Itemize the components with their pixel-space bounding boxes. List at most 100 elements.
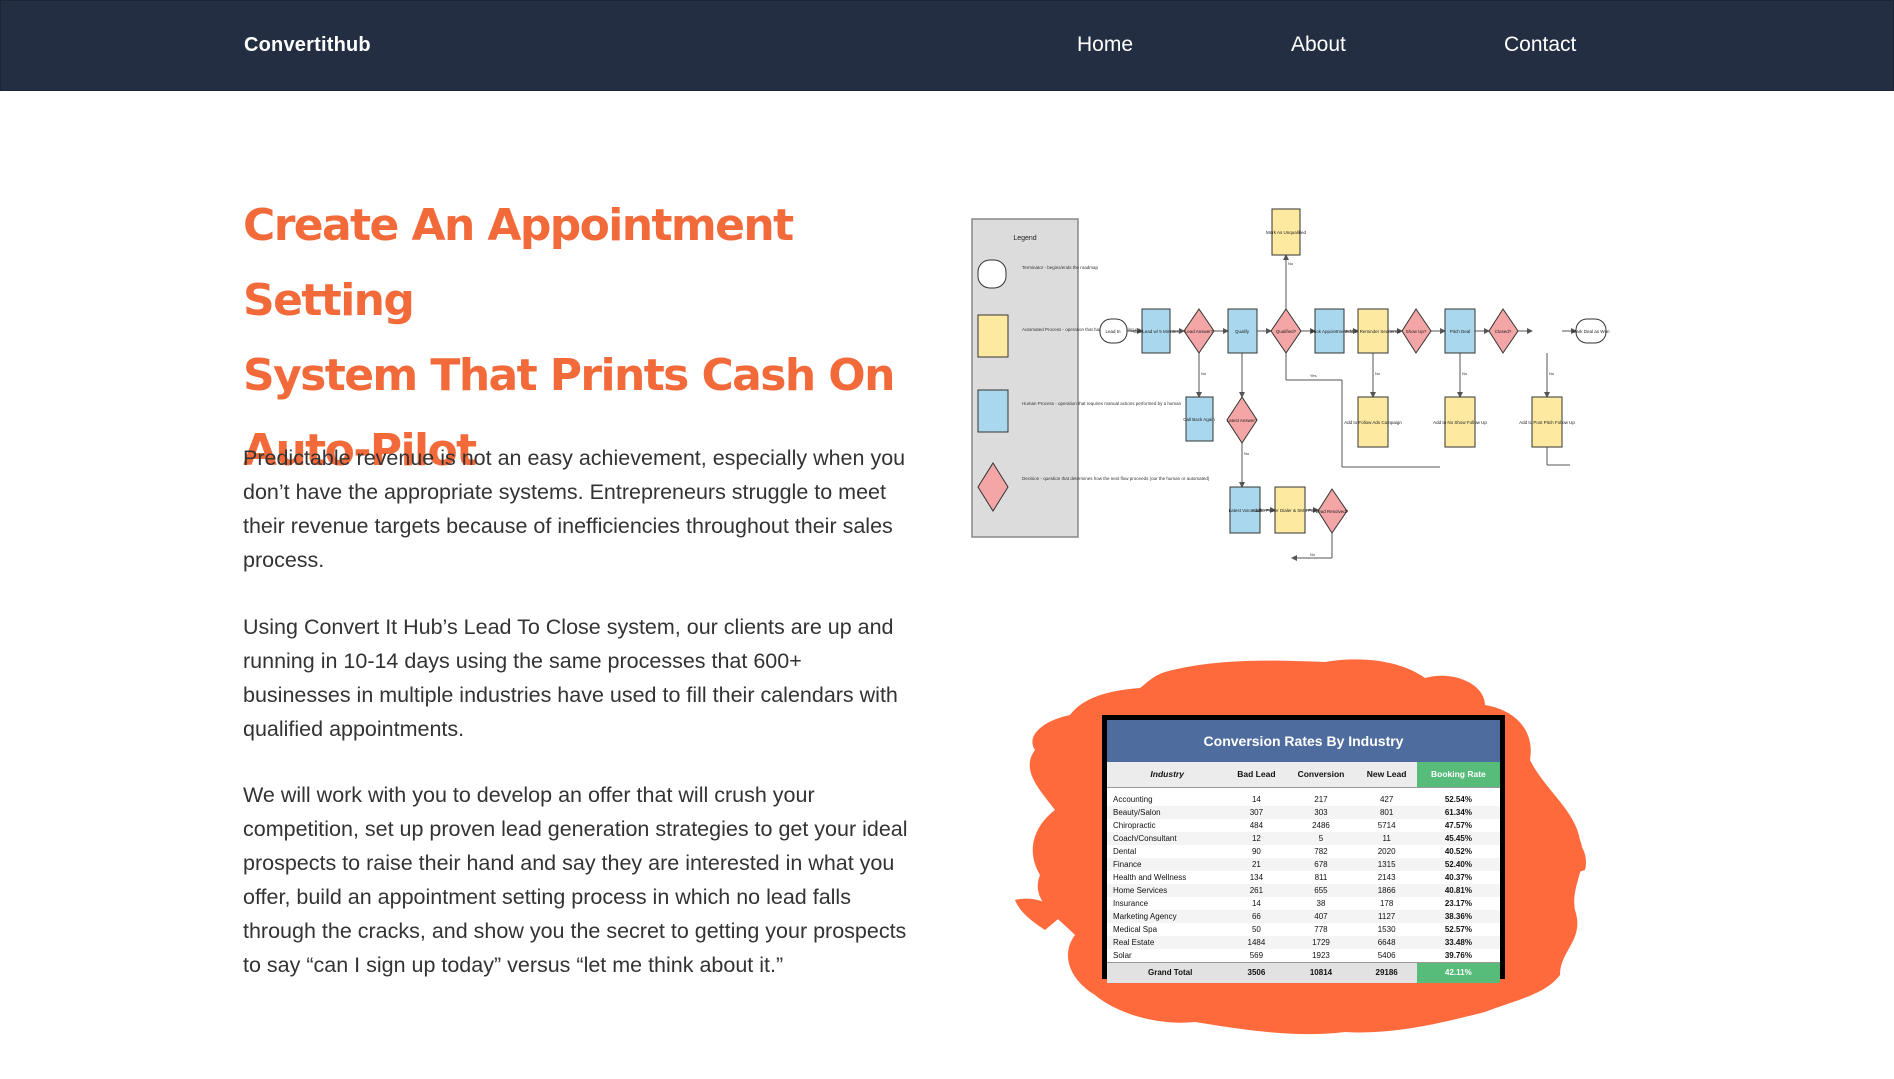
count-cell: 5714 xyxy=(1377,821,1396,830)
count-cell: 14 xyxy=(1251,899,1261,908)
table-total-row: Grand Total 3506 10814 29186 42.11% xyxy=(1107,962,1500,983)
edge-label: No xyxy=(1288,261,1294,266)
node-mark-unqualified: Mark As Unqualified xyxy=(1266,230,1307,235)
booking-rate-cell: 52.40% xyxy=(1416,858,1500,871)
table-row: Beauty/Salon 307 303 801 61.34% xyxy=(1107,806,1500,819)
table-row: Medical Spa 50 778 1530 52.57% xyxy=(1107,923,1500,936)
system-paragraph: Using Convert It Hub’s Lead To Close sys… xyxy=(243,615,898,741)
legend-title: Legend xyxy=(1013,235,1036,242)
table-row: Finance 21 678 1315 52.40% xyxy=(1107,858,1500,871)
count-cell: 66 xyxy=(1227,910,1286,923)
count-cell: 5 xyxy=(1285,832,1357,845)
nav-link-home[interactable]: Home xyxy=(1077,33,1133,57)
headline-line: Create An Appointment Setting xyxy=(243,200,794,326)
booking-rate-cell: 38.36% xyxy=(1416,910,1500,923)
node-call-lead: Call Lead w/ 5 Minutes xyxy=(1133,329,1179,334)
column-header: Conversion xyxy=(1285,762,1357,788)
node-book-appointment: Book Appointment xyxy=(1311,329,1348,334)
node-add-follow-up: Add to Follow Ads Campaign xyxy=(1344,420,1402,425)
industry-cell: Insurance xyxy=(1113,899,1149,908)
count-cell: 1315 xyxy=(1356,858,1417,871)
count-cell: 1866 xyxy=(1356,884,1417,897)
table-title: Conversion Rates By Industry xyxy=(1107,720,1500,762)
table-row: Solar 569 1923 5406 39.76% xyxy=(1107,949,1500,963)
legend-desc: Decision - question that determines how … xyxy=(1022,476,1210,481)
total-cell: 42.11% xyxy=(1416,962,1500,983)
node-lead-resolved: Lead Resolved? xyxy=(1316,509,1349,514)
column-header: Booking Rate xyxy=(1416,762,1500,788)
count-cell: 2020 xyxy=(1377,847,1396,856)
node-closed: Closed? xyxy=(1495,329,1512,334)
table-row: Insurance 14 38 178 23.17% xyxy=(1107,897,1500,910)
edge-label: No xyxy=(1462,371,1468,376)
nav-link-contact[interactable]: Contact xyxy=(1504,33,1576,57)
node-add-reminder: Add to Reminder Sequence xyxy=(1345,329,1401,334)
industry-cell: Solar xyxy=(1113,951,1132,960)
node-call-back: Call Back Again xyxy=(1183,417,1215,422)
node-qualified: Qualified? xyxy=(1276,329,1297,334)
conversion-rates-table-card: Conversion Rates By Industry Industry Ba… xyxy=(1102,715,1505,983)
count-cell: 427 xyxy=(1379,795,1394,804)
count-cell: 14 xyxy=(1251,795,1261,804)
count-cell: 11 xyxy=(1356,832,1417,845)
industry-cell: Health and Wellness xyxy=(1113,873,1187,882)
node-show-up: Show Up? xyxy=(1406,329,1427,334)
industry-cell: Dental xyxy=(1113,847,1137,856)
count-cell: 1484 xyxy=(1227,936,1286,949)
count-cell: 1127 xyxy=(1356,910,1417,923)
count-cell: 303 xyxy=(1285,806,1357,819)
brand-logo-link[interactable]: Convertithub xyxy=(244,34,371,57)
booking-rate-cell: 40.81% xyxy=(1416,884,1500,897)
industry-cell: Medical Spa xyxy=(1113,925,1158,934)
edge-label: No xyxy=(1201,371,1207,376)
table-row: Marketing Agency 66 407 1127 38.36% xyxy=(1107,910,1500,923)
count-cell: 38 xyxy=(1316,899,1326,908)
industry-cell: Accounting xyxy=(1113,795,1153,804)
count-cell: 407 xyxy=(1285,910,1357,923)
node-latest-answer: Latest Answer? xyxy=(1227,418,1258,423)
count-cell: 1923 xyxy=(1312,951,1330,960)
column-header: Industry xyxy=(1107,762,1228,788)
edge-label: No xyxy=(1375,371,1381,376)
booking-rate-cell: 39.76% xyxy=(1444,951,1472,960)
count-cell: 307 xyxy=(1227,806,1286,819)
count-cell: 1530 xyxy=(1377,925,1396,934)
offer-paragraph: We will work with you to develop an offe… xyxy=(243,783,908,977)
node-post-pitch: Add to Post Pitch Follow Up xyxy=(1519,420,1575,425)
table-row: Chiropractic 484 2486 5714 47.57% xyxy=(1107,819,1500,832)
industry-cell: Finance xyxy=(1107,858,1228,871)
industry-cell: Home Services xyxy=(1107,884,1228,897)
legend-desc: Human Process - operation that requires … xyxy=(1022,401,1182,406)
booking-rate-cell: 23.17% xyxy=(1444,899,1472,908)
table-row: Dental 90 782 2020 40.52% xyxy=(1107,845,1500,858)
headline-line: System That Prints Cash On xyxy=(243,350,895,401)
top-navbar: Convertithub Home About Contact xyxy=(0,0,1894,91)
booking-rate-cell: 47.57% xyxy=(1444,821,1472,830)
count-cell: 1729 xyxy=(1285,936,1357,949)
edge-label: No xyxy=(1310,552,1316,557)
count-cell: 217 xyxy=(1314,795,1328,804)
legend-desc: Terminator - begins/ends the roadmap xyxy=(1022,265,1099,270)
booking-rate-cell: 45.45% xyxy=(1416,832,1500,845)
industry-cell: Chiropractic xyxy=(1113,821,1156,830)
count-cell: 778 xyxy=(1314,925,1328,934)
count-cell: 5406 xyxy=(1377,951,1396,960)
count-cell: 21 xyxy=(1227,858,1286,871)
industry-cell: Beauty/Salon xyxy=(1107,806,1228,819)
count-cell: 90 xyxy=(1251,847,1261,856)
count-cell: 801 xyxy=(1356,806,1417,819)
table-row: Home Services 261 655 1866 40.81% xyxy=(1107,884,1500,897)
count-cell: 811 xyxy=(1314,873,1328,882)
nav-link-about[interactable]: About xyxy=(1291,33,1346,57)
count-cell: 2486 xyxy=(1312,821,1330,830)
table-row: Accounting 14 217 427 52.54% xyxy=(1107,793,1500,806)
node-pitch-deal: Pitch Deal xyxy=(1450,329,1471,334)
booking-rate-cell: 33.48% xyxy=(1416,936,1500,949)
node-no-show: Add to No Show Follow Up xyxy=(1433,420,1487,425)
table-row: Real Estate 1484 1729 6648 33.48% xyxy=(1107,936,1500,949)
booking-rate-cell: 52.57% xyxy=(1444,925,1472,934)
edge-label: Yes xyxy=(1310,373,1317,378)
table-body: Accounting 14 217 427 52.54% Beauty/Salon 307 3… xyxy=(1107,787,1500,983)
count-cell: 261 xyxy=(1227,884,1286,897)
count-cell: 50 xyxy=(1251,925,1261,934)
